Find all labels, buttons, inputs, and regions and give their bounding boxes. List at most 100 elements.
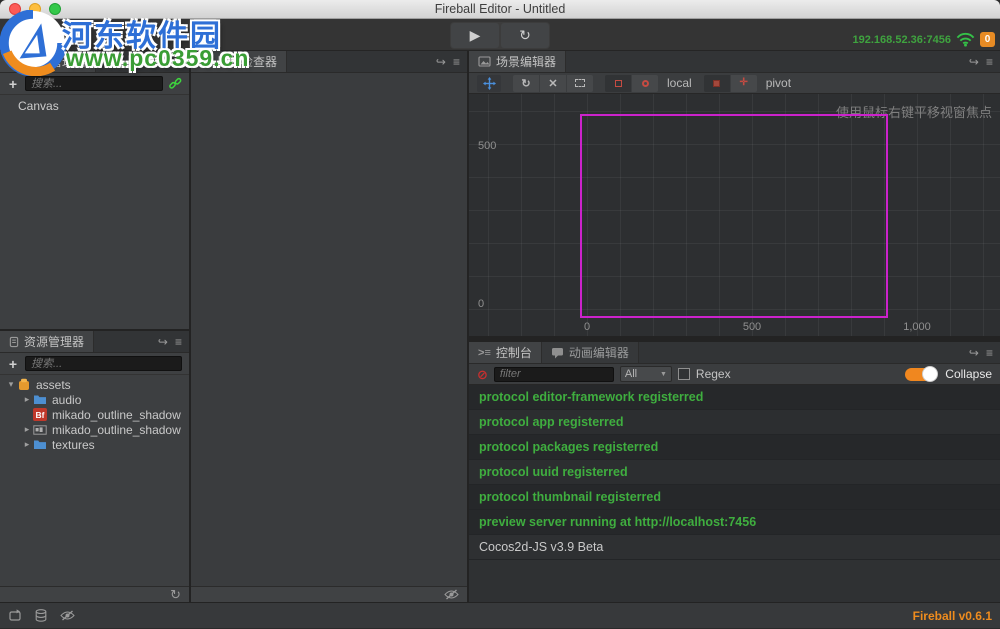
hierarchy-icon: [9, 56, 21, 68]
tree-item-bitmap-font[interactable]: Bf mikado_outline_shadow: [0, 407, 189, 422]
tab-inspector[interactable]: 属性检查器: [191, 51, 287, 72]
local-coord-icon: [615, 80, 622, 87]
tree-item-sprite[interactable]: ▸ mikado_outline_shadow: [0, 422, 189, 437]
tab-animation[interactable]: 动画编辑器: [542, 342, 639, 363]
x-axis-label: 500: [743, 321, 761, 333]
panel-menu-icon[interactable]: ≡: [986, 56, 993, 68]
panel-actions: ↪ ≡: [436, 51, 467, 72]
disclosure-closed-icon[interactable]: ▸: [21, 439, 33, 450]
inspector-icon: [200, 56, 212, 68]
add-asset-button[interactable]: +: [7, 356, 19, 372]
refresh-icon: ↻: [519, 27, 531, 43]
hierarchy-search-input[interactable]: [25, 76, 163, 91]
tab-assets[interactable]: 资源管理器: [0, 331, 94, 352]
statusbar: Fireball v0.6.1: [0, 602, 1000, 628]
eye-slash-icon[interactable]: [60, 610, 75, 621]
popout-icon[interactable]: ↪: [158, 336, 168, 348]
left-column: 层级管理器 ↪ ≡ +: [0, 51, 189, 602]
panel-menu-icon[interactable]: ≡: [175, 336, 182, 348]
link-icon[interactable]: [169, 77, 182, 90]
popout-icon[interactable]: ↪: [436, 56, 446, 68]
popout-icon[interactable]: ↪: [969, 56, 979, 68]
refresh-assets-icon[interactable]: ↻: [170, 588, 181, 601]
regex-checkbox[interactable]: [678, 368, 690, 380]
tab-console[interactable]: >≡ 控制台: [469, 342, 542, 363]
inspector-body: [191, 73, 467, 586]
log-filter-input[interactable]: [494, 367, 614, 382]
hierarchy-node-canvas[interactable]: Canvas: [0, 97, 189, 115]
tree-item-assets[interactable]: ▾ assets: [0, 377, 189, 392]
popout-icon[interactable]: ↪: [158, 56, 168, 68]
assets-tree: ▾ assets ▸: [0, 375, 189, 586]
panel-actions: ↪ ≡: [158, 51, 189, 72]
console-panel: >≡ 控制台 动画编辑器 ↪ ≡: [469, 342, 1000, 602]
collapse-toggle[interactable]: [905, 368, 935, 381]
app-window: Fireball Editor - Untitled ▶ ↻ 192.168.5…: [0, 0, 1000, 629]
collapse-label: Collapse: [945, 367, 992, 381]
tab-hierarchy[interactable]: 层级管理器: [0, 51, 96, 72]
x-axis-label: 0: [584, 321, 590, 333]
database-icon[interactable]: [35, 609, 47, 622]
folder-icon: [33, 393, 48, 406]
scene-panel: 场景编辑器 ↪ ≡ ↻: [469, 51, 1000, 336]
log-entry[interactable]: preview server running at http://localho…: [469, 510, 1000, 535]
app-version: Fireball v0.6.1: [913, 609, 992, 623]
disclosure-closed-icon[interactable]: ▸: [21, 394, 33, 405]
regex-label: Regex: [696, 367, 731, 381]
pivot-label: pivot: [766, 76, 791, 90]
panel-actions: ↪ ≡: [969, 342, 1000, 363]
tree-item-label: assets: [36, 378, 71, 392]
connection-count-badge[interactable]: 0: [980, 32, 995, 47]
hierarchy-toolbar: +: [0, 73, 189, 95]
titlebar: Fireball Editor - Untitled: [0, 0, 1000, 19]
rect-tool-button[interactable]: [567, 75, 593, 92]
inspector-panel: 属性检查器 ↪ ≡: [191, 51, 467, 602]
assets-search-input[interactable]: [25, 356, 182, 371]
rotate-tool-button[interactable]: ↻: [513, 75, 539, 92]
log-entry[interactable]: Cocos2d-JS v3.9 Beta: [469, 535, 1000, 560]
log-level-select[interactable]: All ▼: [620, 366, 672, 382]
right-column: 场景编辑器 ↪ ≡ ↻: [469, 51, 1000, 602]
add-node-button[interactable]: +: [7, 76, 19, 92]
panel-menu-icon[interactable]: ≡: [175, 56, 182, 68]
disclosure-closed-icon[interactable]: ▸: [21, 424, 33, 435]
reload-scripts-icon[interactable]: [8, 609, 22, 622]
toggle-knob: [922, 366, 938, 382]
scale-icon: ✕: [548, 77, 557, 90]
panel-menu-icon[interactable]: ≡: [986, 347, 993, 359]
log-entry[interactable]: protocol thumbnail registerred: [469, 485, 1000, 510]
scene-tab-bar: 场景编辑器 ↪ ≡: [469, 51, 1000, 73]
log-text: protocol uuid registerred: [479, 465, 628, 479]
log-entry[interactable]: protocol packages registerred: [469, 435, 1000, 460]
tree-item-audio[interactable]: ▸ audio: [0, 392, 189, 407]
clear-logs-icon[interactable]: ⊘: [477, 368, 488, 381]
scale-tool-button[interactable]: ✕: [540, 75, 566, 92]
coord-world-button[interactable]: [632, 75, 658, 92]
log-entry[interactable]: protocol editor-framework registerred: [469, 385, 1000, 410]
disclosure-open-icon[interactable]: ▾: [5, 379, 17, 390]
popout-icon[interactable]: ↪: [969, 347, 979, 359]
tab-scene[interactable]: 场景编辑器: [469, 51, 566, 72]
log-text: protocol app registerred: [479, 415, 623, 429]
pivot-corner-button[interactable]: [704, 75, 730, 92]
inspector-tab-bar: 属性检查器 ↪ ≡: [191, 51, 467, 73]
scene-toolbar: ↻ ✕ local ✛ pivot: [469, 73, 1000, 94]
scene-canvas[interactable]: 使用鼠标右键平移视窗焦点 500 0 0 500 1,000: [469, 94, 1000, 336]
tab-assets-label: 资源管理器: [24, 333, 84, 350]
pivot-center-button[interactable]: ✛: [731, 75, 757, 92]
log-entry[interactable]: protocol app registerred: [469, 410, 1000, 435]
world-coord-icon: [642, 80, 649, 87]
play-button[interactable]: ▶: [451, 23, 499, 48]
animation-icon: [551, 347, 564, 359]
tree-item-textures[interactable]: ▸ textures: [0, 437, 189, 452]
main-area: 层级管理器 ↪ ≡ +: [0, 51, 1000, 602]
panel-actions: ↪ ≡: [969, 51, 1000, 72]
eye-slash-icon[interactable]: [444, 589, 459, 600]
move-tool-button[interactable]: [477, 75, 501, 92]
coord-local-button[interactable]: [605, 75, 631, 92]
hierarchy-panel: 层级管理器 ↪ ≡ +: [0, 51, 189, 329]
panel-menu-icon[interactable]: ≡: [453, 56, 460, 68]
reload-button[interactable]: ↻: [501, 23, 549, 48]
log-entry[interactable]: protocol uuid registerred: [469, 460, 1000, 485]
tree-item-label: mikado_outline_shadow: [52, 408, 181, 422]
